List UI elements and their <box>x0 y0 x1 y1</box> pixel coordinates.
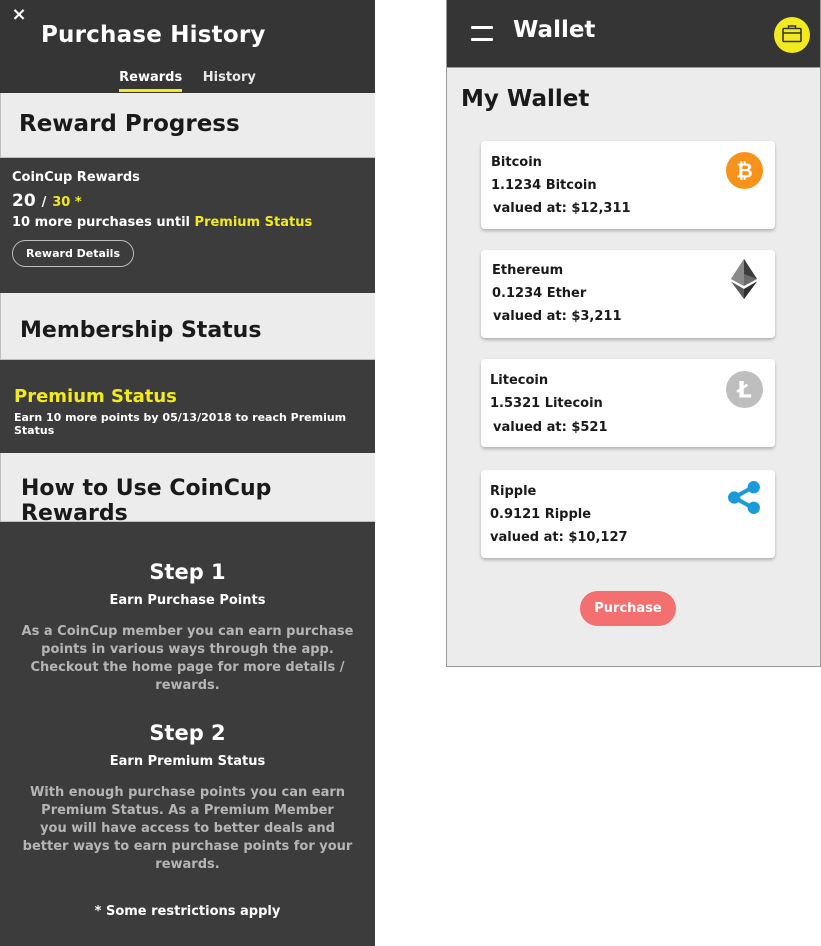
purchase-history-panel: × Purchase History Rewards History Rewar… <box>0 0 375 946</box>
step-subtitle: Earn Premium Status <box>109 754 266 769</box>
how-to-heading: How to Use CoinCup Rewards <box>0 453 375 526</box>
purchase-history-header: × Purchase History Rewards History <box>0 0 375 93</box>
step-title: Step 2 <box>149 721 226 745</box>
reward-goal: 30 * <box>52 195 82 210</box>
step-2: Step 2 Earn Premium Status With enough p… <box>0 721 375 874</box>
coin-name: Litecoin <box>490 373 549 388</box>
step-title: Step 1 <box>149 560 226 584</box>
coin-value: valued at: $12,311 <box>493 201 631 216</box>
wallet-briefcase-button[interactable] <box>774 17 810 53</box>
bitcoin-icon: ₿ <box>726 152 763 189</box>
svg-text:₿: ₿ <box>736 159 753 183</box>
my-wallet-heading: My Wallet <box>461 86 590 112</box>
how-to-section: Step 1 Earn Purchase Points As a CoinCup… <box>0 522 375 919</box>
step-line: better ways to earn purchase points for … <box>22 839 353 872</box>
menu-icon[interactable] <box>471 26 493 42</box>
svg-text:Ł: Ł <box>735 378 752 404</box>
reward-progress-heading: Reward Progress <box>0 93 375 158</box>
coin-card-bitcoin[interactable]: Bitcoin 1.1234 Bitcoin valued at: $12,31… <box>481 141 775 229</box>
briefcase-icon <box>782 25 802 43</box>
step-line: As a CoinCup member you can earn purchas… <box>21 624 354 639</box>
step-line: Premium Status. As a Premium Member <box>41 803 334 818</box>
coin-name: Ripple <box>490 484 537 499</box>
close-icon[interactable]: × <box>10 5 28 25</box>
step-line: points in various ways through the app. <box>41 642 334 657</box>
coin-amount: 0.1234 Ether <box>492 286 587 301</box>
step-line: Checkout the home page for more details … <box>30 660 345 693</box>
tab-bar: Rewards History <box>0 70 375 93</box>
tab-rewards[interactable]: Rewards <box>119 70 183 92</box>
reward-details-button[interactable]: Reward Details <box>12 240 135 267</box>
reward-current: 20 <box>12 191 36 211</box>
coin-card-ethereum[interactable]: Ethereum 0.1234 Ether valued at: $3,211 <box>481 250 775 338</box>
coin-name: Ethereum <box>492 263 564 278</box>
restrictions-note: * Some restrictions apply <box>94 904 281 919</box>
ripple-icon <box>728 481 760 514</box>
wallet-header: Wallet <box>447 0 820 68</box>
coin-card-ripple[interactable]: Ripple 0.9121 Ripple valued at: $10,127 <box>481 470 775 558</box>
step-1: Step 1 Earn Purchase Points As a CoinCup… <box>0 560 375 695</box>
rewards-program-label: CoinCup Rewards <box>12 170 140 185</box>
page-title: Purchase History <box>41 22 266 48</box>
purchases-until-text: 10 more purchases until Premium Status <box>12 215 363 230</box>
reward-progress-section: CoinCup Rewards 20 / 30 * 10 more purcha… <box>0 158 375 293</box>
purchase-button[interactable]: Purchase <box>580 591 676 626</box>
step-description: As a CoinCup member you can earn purchas… <box>0 623 375 695</box>
until-highlight: Premium Status <box>194 215 313 230</box>
coin-amount: 0.9121 Ripple <box>490 507 592 522</box>
wallet-title: Wallet <box>513 17 596 43</box>
step-description: With enough purchase points you can earn… <box>0 784 375 874</box>
premium-status-label: Premium Status <box>14 386 177 407</box>
coin-name: Bitcoin <box>491 155 542 170</box>
membership-status-heading: Membership Status <box>0 293 375 360</box>
step-line: you will have access to better deals and <box>40 821 335 836</box>
coin-amount: 1.5321 Litecoin <box>490 396 603 411</box>
wallet-panel: Wallet My Wallet Bitcoin 1.1234 Bitcoin … <box>446 0 821 667</box>
coin-amount: 1.1234 Bitcoin <box>491 178 597 193</box>
step-line: With enough purchase points you can earn <box>29 785 346 800</box>
reward-slash: / <box>41 195 47 210</box>
coin-value: valued at: $521 <box>493 420 608 435</box>
coin-card-litecoin[interactable]: Litecoin 1.5321 Litecoin valued at: $521… <box>481 359 775 447</box>
ethereum-icon <box>731 259 757 299</box>
reward-count: 20 / 30 * <box>12 191 363 211</box>
until-prefix: 10 more purchases until <box>12 215 191 230</box>
coin-value: valued at: $3,211 <box>493 309 622 324</box>
litecoin-icon: Ł <box>726 371 763 408</box>
step-subtitle: Earn Purchase Points <box>109 593 266 608</box>
coin-value: valued at: $10,127 <box>490 530 628 545</box>
membership-description: Earn 10 more points by 05/13/2018 to rea… <box>14 411 347 437</box>
membership-section: Premium Status Earn 10 more points by 05… <box>0 360 375 453</box>
tab-history[interactable]: History <box>203 70 256 89</box>
